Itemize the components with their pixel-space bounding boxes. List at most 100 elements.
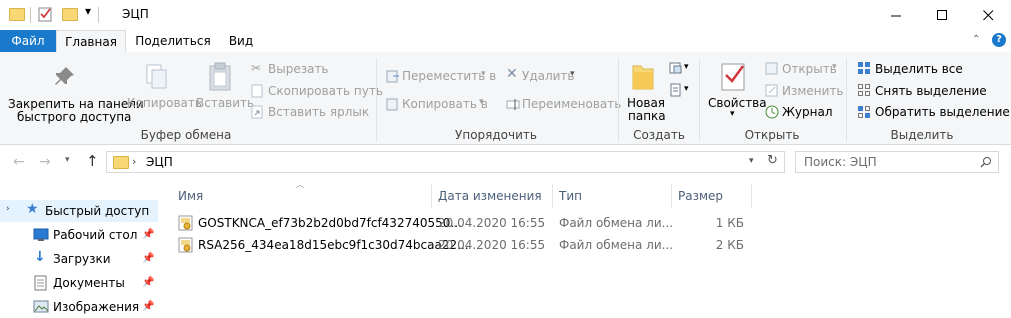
chevron-down-icon: ▾ (570, 69, 575, 79)
folder-icon (9, 8, 25, 21)
nav-downloads[interactable]: ↓ Загрузки 📌 (0, 248, 158, 270)
group-divider (699, 58, 700, 142)
refresh-icon[interactable]: ↻ (767, 153, 778, 168)
easy-access-icon[interactable] (669, 83, 683, 97)
paste-shortcut-icon (251, 105, 263, 119)
address-dropdown-icon[interactable]: ▾ (749, 156, 754, 166)
folder-icon (113, 156, 129, 169)
invert-selection-icon (858, 106, 870, 118)
nav-desktop[interactable]: Рабочий стол 📌 (0, 224, 158, 246)
select-none-button[interactable]: Снять выделение (875, 84, 987, 98)
search-box[interactable]: Поиск: ЭЦП (795, 151, 999, 173)
column-type[interactable]: Тип (559, 189, 582, 203)
up-icon[interactable]: ↑ (86, 152, 99, 170)
window-title: ЭЦП (122, 7, 149, 21)
pin-icon[interactable]: 📌 (142, 253, 154, 264)
new-item-icon[interactable] (669, 61, 683, 75)
forward-icon[interactable]: → (39, 154, 51, 170)
file-type: Файл обмена ли... (559, 216, 674, 230)
new-folder-label2: папка (628, 109, 666, 123)
nav-pictures[interactable]: Изображения 📌 (0, 296, 158, 318)
properties-icon[interactable] (38, 6, 54, 22)
copy-path-icon (251, 84, 263, 98)
maximize-button[interactable] (919, 0, 965, 30)
tab-share[interactable]: Поделиться (128, 30, 218, 52)
file-name: RSA256_434ea18d15ebc9f1c30d74bcaa22... (198, 238, 469, 252)
paste-shortcut-button[interactable]: Вставить ярлык (268, 105, 369, 119)
column-divider[interactable] (751, 184, 752, 208)
open-group-label: Открыть (744, 128, 800, 142)
paste-button[interactable]: Вставить (196, 96, 254, 110)
address-bar[interactable]: › ЭЦП ▾ ↻ (106, 151, 785, 173)
pin-quick-access-button[interactable]: Закрепить на панели (8, 97, 144, 111)
column-divider[interactable] (431, 184, 432, 208)
move-to-icon (386, 70, 399, 83)
nav-label: Изображения (53, 300, 140, 314)
column-name[interactable]: Имя (178, 189, 203, 203)
nav-quick-access[interactable]: › ★ Быстрый доступ (0, 200, 158, 222)
group-divider (376, 58, 377, 142)
recent-locations-icon[interactable]: ▾ (65, 155, 70, 165)
file-date: 20.04.2020 16:55 (438, 216, 546, 230)
pin-icon[interactable]: 📌 (142, 229, 154, 240)
column-size[interactable]: Размер (678, 189, 723, 203)
table-row[interactable]: GOSTKNCA_ef73b2b2d0bd7fcf432740550... 20… (174, 213, 754, 233)
certificate-file-icon (178, 215, 193, 231)
tab-view[interactable]: Вид (218, 30, 264, 52)
certificate-file-icon (178, 237, 193, 253)
chevron-down-icon: ▾ (730, 109, 735, 119)
close-button[interactable] (965, 0, 1011, 30)
select-all-button[interactable]: Выделить все (875, 62, 963, 76)
search-input[interactable]: Поиск: ЭЦП (804, 155, 877, 169)
new-folder-icon (632, 65, 654, 90)
tab-file[interactable]: Файл (0, 30, 56, 52)
nav-label: Быстрый доступ (45, 204, 150, 218)
new-folder-button[interactable]: Новая (627, 96, 665, 110)
delete-button[interactable]: Удалить (522, 69, 575, 83)
back-icon[interactable]: ← (13, 154, 25, 170)
close-icon (982, 9, 993, 20)
properties-button[interactable]: Свойства (708, 96, 767, 110)
minimize-button[interactable] (873, 0, 919, 30)
copy-to-button[interactable]: Копировать в (402, 97, 488, 111)
file-type: Файл обмена ли... (559, 238, 674, 252)
nav-label: Загрузки (53, 252, 111, 266)
edit-button[interactable]: Изменить (782, 84, 844, 98)
file-size: 1 КБ (715, 216, 744, 230)
new-folder-icon[interactable] (62, 8, 78, 21)
invert-selection-button[interactable]: Обратить выделение (875, 105, 1010, 119)
table-row[interactable]: RSA256_434ea18d15ebc9f1c30d74bcaa22... 2… (174, 235, 754, 255)
cut-button[interactable]: Вырезать (268, 62, 329, 76)
clipboard-group-label: Буфер обмена (140, 128, 232, 142)
sort-indicator-icon: ︿ (296, 180, 304, 189)
rename-button[interactable]: Переименовать (522, 97, 621, 111)
history-button[interactable]: Журнал (782, 105, 833, 119)
tab-home[interactable]: Главная (56, 30, 126, 54)
file-name: GOSTKNCA_ef73b2b2d0bd7fcf432740550... (198, 216, 462, 230)
chevron-down-icon: ▾ (832, 62, 837, 72)
collapse-ribbon-icon[interactable]: ⌃ (972, 34, 980, 45)
copy-button[interactable]: Копировать (127, 96, 202, 110)
copy-path-button[interactable]: Скопировать путь (268, 84, 383, 98)
chevron-down-icon: ▾ (684, 84, 689, 94)
documents-icon (34, 275, 47, 291)
expand-icon[interactable]: › (6, 204, 10, 214)
column-date[interactable]: Дата изменения (438, 189, 542, 203)
pictures-icon (33, 300, 49, 313)
chevron-down-icon: ▾ (479, 97, 484, 107)
title-bar: ▾ ЭЦП (0, 0, 1011, 30)
open-button[interactable]: Открыть (782, 62, 837, 76)
open-icon (765, 62, 778, 75)
copy-to-icon (386, 98, 398, 111)
nav-documents[interactable]: Документы 📌 (0, 272, 158, 294)
breadcrumb-current[interactable]: ЭЦП (146, 155, 173, 169)
pin-icon[interactable]: 📌 (142, 277, 154, 288)
search-icon (980, 157, 991, 168)
chevron-down-icon: ▾ (481, 69, 486, 79)
column-divider[interactable] (671, 184, 672, 208)
pin-icon[interactable]: 📌 (142, 301, 154, 312)
customize-quick-access-icon[interactable]: ▾ (85, 4, 91, 18)
help-icon[interactable]: ? (992, 33, 1006, 47)
column-divider[interactable] (552, 184, 553, 208)
rename-icon (506, 99, 520, 110)
